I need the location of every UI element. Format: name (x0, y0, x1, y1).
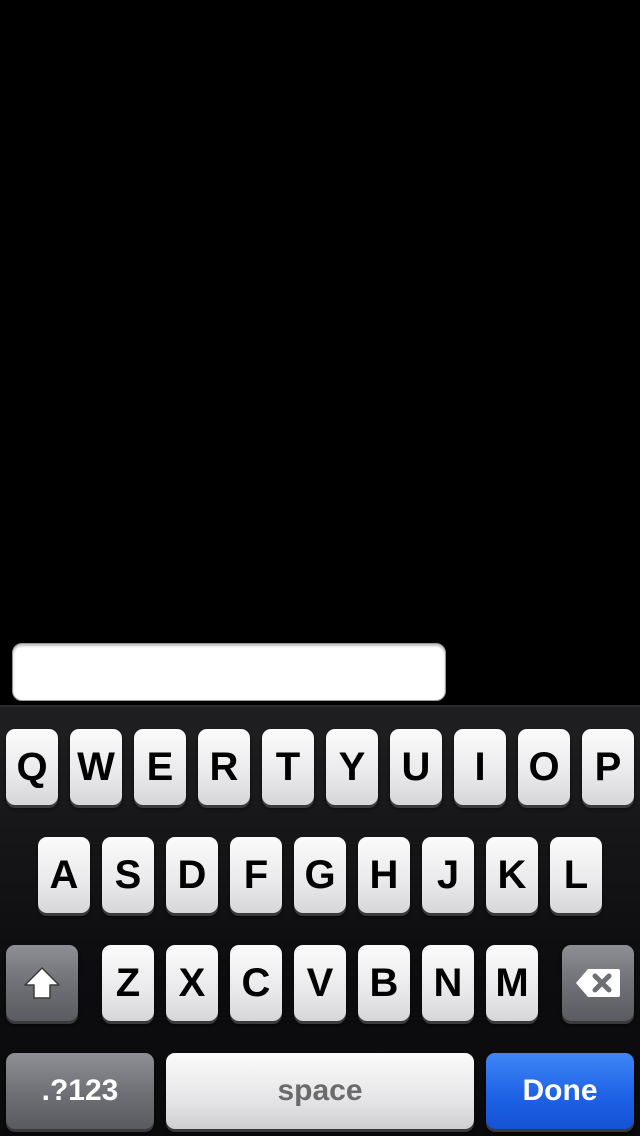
done-key[interactable]: Done (486, 1053, 634, 1129)
delete-key[interactable] (562, 945, 634, 1021)
key-u[interactable]: U (390, 729, 442, 805)
key-w[interactable]: W (70, 729, 122, 805)
key-r[interactable]: R (198, 729, 250, 805)
key-o[interactable]: O (518, 729, 570, 805)
key-y[interactable]: Y (326, 729, 378, 805)
key-g[interactable]: G (294, 837, 346, 913)
key-e[interactable]: E (134, 729, 186, 805)
keyboard: Q W E R T Y U I O P A S D F G H J K L Z … (0, 705, 640, 1136)
shift-key[interactable] (6, 945, 78, 1021)
backspace-icon (574, 967, 622, 999)
key-z[interactable]: Z (102, 945, 154, 1021)
key-j[interactable]: J (422, 837, 474, 913)
key-i[interactable]: I (454, 729, 506, 805)
key-f[interactable]: F (230, 837, 282, 913)
key-t[interactable]: T (262, 729, 314, 805)
key-c[interactable]: C (230, 945, 282, 1021)
screen: Q W E R T Y U I O P A S D F G H J K L Z … (0, 0, 640, 1136)
key-s[interactable]: S (102, 837, 154, 913)
space-key[interactable]: space (166, 1053, 474, 1129)
key-l[interactable]: L (550, 837, 602, 913)
key-v[interactable]: V (294, 945, 346, 1021)
key-d[interactable]: D (166, 837, 218, 913)
key-k[interactable]: K (486, 837, 538, 913)
key-p[interactable]: P (582, 729, 634, 805)
numbers-key[interactable]: .?123 (6, 1053, 154, 1129)
shift-arrow-icon (22, 965, 62, 1001)
key-q[interactable]: Q (6, 729, 58, 805)
key-n[interactable]: N (422, 945, 474, 1021)
key-a[interactable]: A (38, 837, 90, 913)
key-x[interactable]: X (166, 945, 218, 1021)
key-b[interactable]: B (358, 945, 410, 1021)
key-m[interactable]: M (486, 945, 538, 1021)
text-input-field[interactable] (12, 643, 446, 701)
key-h[interactable]: H (358, 837, 410, 913)
